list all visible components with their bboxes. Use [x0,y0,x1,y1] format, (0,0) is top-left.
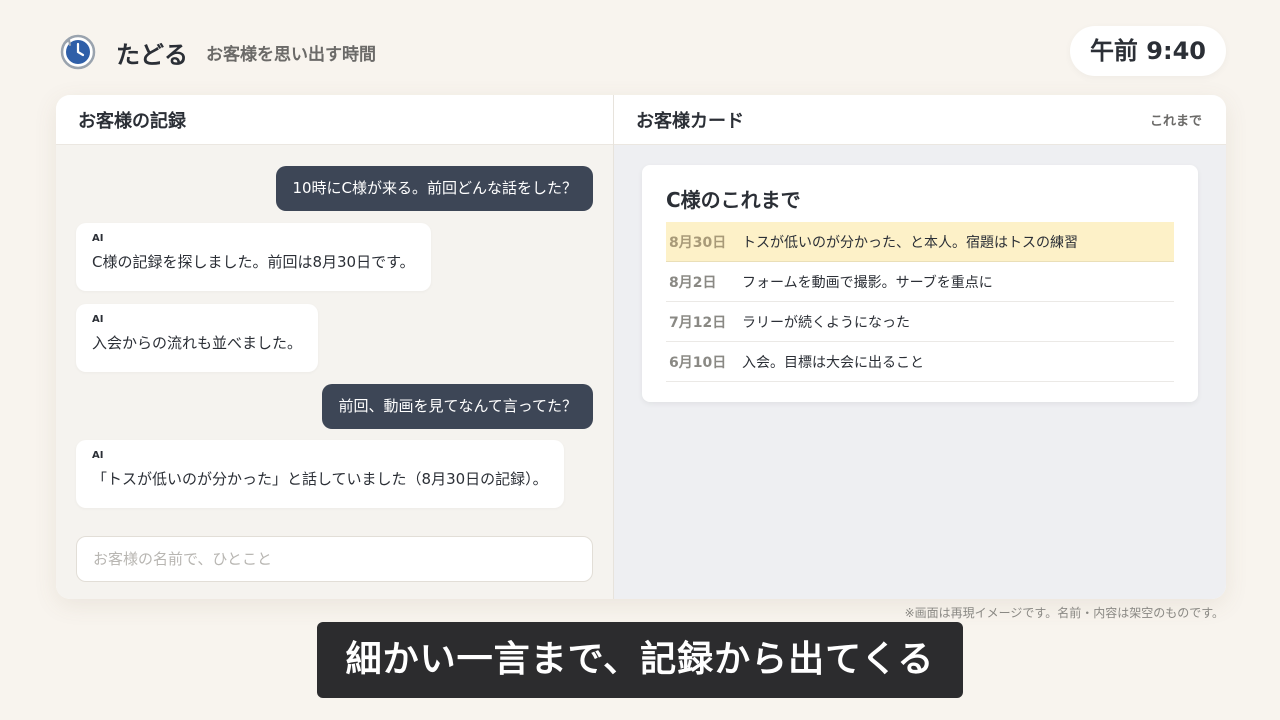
history-row[interactable]: 8月30日 トスが低いのが分かった、と本人。宿題はトスの練習 [666,222,1174,262]
history-date: 8月30日 [669,234,727,251]
app-header: たどる お客様を思い出す時間 午前 9:40 [60,26,1226,76]
history-note: トスが低いのが分かった、と本人。宿題はトスの練習 [742,234,1078,251]
history-date: 7月12日 [669,314,727,331]
clock-rewind-icon [60,34,96,70]
subtitle-caption: 細かい一言まで、記録から出てくる [317,622,963,698]
ai-message-text: 「トスが低いのが分かった」と話していました（8月30日の記録）。 [92,470,548,488]
ai-message: AI C様の記録を探しました。前回は8月30日です。 [76,223,431,291]
records-title: お客様の記録 [78,110,186,132]
history-row[interactable]: 8月2日 フォームを動画で撮影。サーブを重点に [666,262,1174,302]
ai-tag: AI [92,314,104,325]
history-note: 入会。目標は大会に出ること [742,354,924,371]
customer-card-title: お客様カード [636,110,744,132]
app-name: たどる [116,40,188,69]
ai-message-text: C様の記録を探しました。前回は8月30日です。 [92,253,415,271]
history-note: ラリーが続くようになった [742,314,910,331]
history-row[interactable]: 7月12日 ラリーが続くようになった [666,302,1174,342]
history-title: C様のこれまで [666,188,801,212]
history-date: 8月2日 [669,274,717,291]
history-date: 6月10日 [669,354,727,371]
app-tagline: お客様を思い出す時間 [206,44,376,65]
ai-tag: AI [92,233,104,244]
records-header: お客様の記録 [56,95,613,145]
history-note: フォームを動画で撮影。サーブを重点に [742,274,993,291]
customer-pane: お客様カード これまで C様のこれまで 8月30日 トスが低いのが分かった、と本… [614,95,1226,599]
user-message: 前回、動画を見てなんて言ってた？ [322,384,593,429]
history-row[interactable]: 6月10日 入会。目標は大会に出ること [666,342,1174,382]
ai-message: AI 入会からの流れも並べました。 [76,304,319,372]
disclaimer: ※画面は再現イメージです。名前・内容は架空のものです。 [904,606,1224,620]
customer-history-card: C様のこれまで 8月30日 トスが低いのが分かった、と本人。宿題はトスの練習 8… [642,165,1198,402]
clock-display: 午前 9:40 [1069,26,1226,76]
ai-message: AI 「トスが低いのが分かった」と話していました（8月30日の記録）。 [76,440,564,508]
ai-tag: AI [92,450,104,461]
customer-header: お客様カード これまで [614,95,1226,145]
message-input[interactable]: お客様の名前で、ひとこと [76,536,593,582]
user-message: 10時にC様が来る。前回どんな話をした？ [276,166,593,211]
ai-message-text: 入会からの流れも並べました。 [92,334,303,352]
records-pane: お客様の記録 10時にC様が来る。前回どんな話をした？ AI C様の記録を探しま… [56,95,614,599]
history-link[interactable]: これまで [1150,110,1202,129]
main-panel: お客様の記録 10時にC様が来る。前回どんな話をした？ AI C様の記録を探しま… [56,95,1226,599]
